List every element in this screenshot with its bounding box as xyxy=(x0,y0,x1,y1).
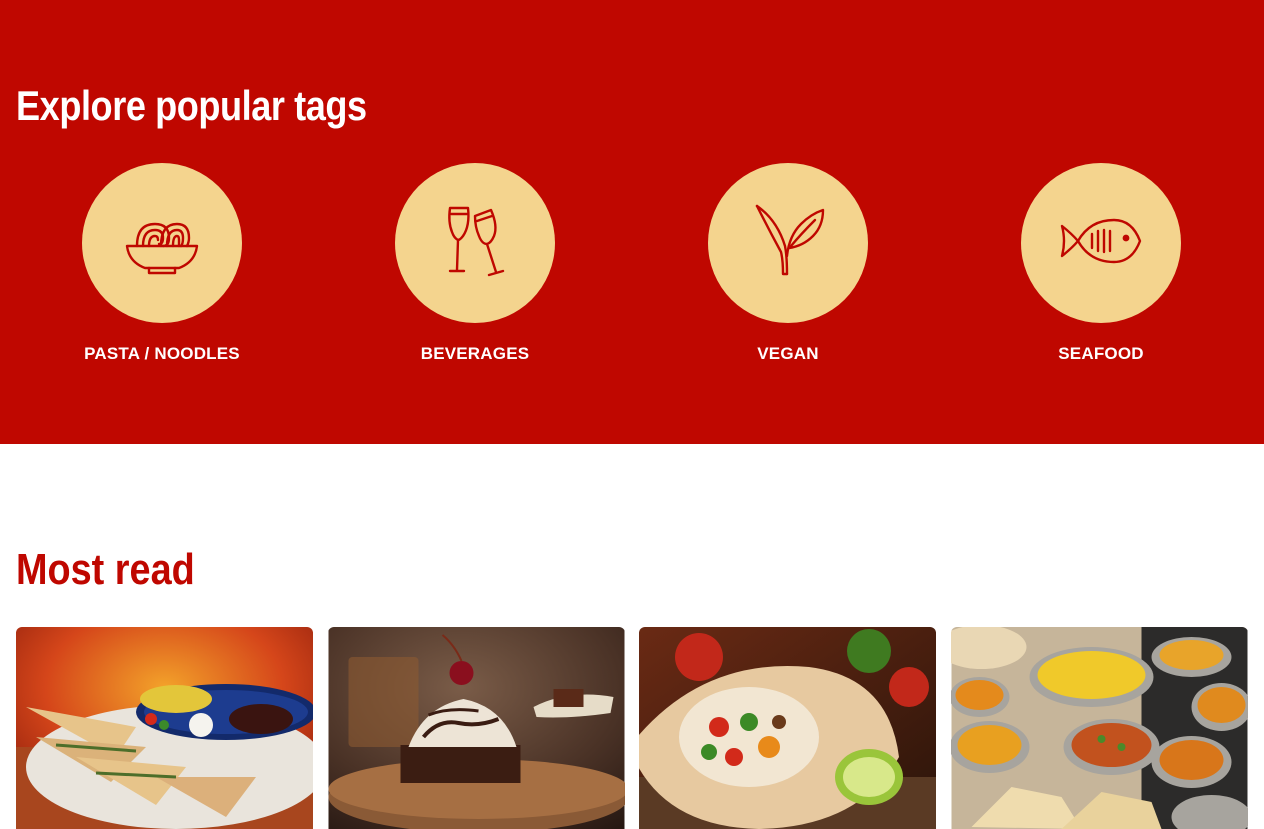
most-read-card-4[interactable] xyxy=(951,627,1248,829)
tag-circle xyxy=(395,163,555,323)
most-read-card-2[interactable] xyxy=(328,627,625,829)
tag-vegan[interactable]: VEGAN xyxy=(673,163,903,364)
brownie-sundae-photo xyxy=(328,627,625,829)
tag-circle xyxy=(1021,163,1181,323)
most-read-heading: Most read xyxy=(16,545,195,594)
fish-icon xyxy=(1056,196,1146,291)
indian-curry-spread-photo xyxy=(951,627,1248,829)
tag-circle xyxy=(82,163,242,323)
tag-circle xyxy=(708,163,868,323)
tag-label: BEVERAGES xyxy=(420,344,530,363)
tag-label: PASTA / NOODLES xyxy=(84,344,240,363)
popular-tags-heading: Explore popular tags xyxy=(16,82,367,129)
noodle-bowl-icon xyxy=(117,196,207,291)
most-read-card-3[interactable] xyxy=(639,627,936,829)
tag-seafood[interactable]: SEAFOOD xyxy=(986,163,1216,364)
most-read-card-1[interactable] xyxy=(16,627,313,829)
popular-tags-section: Explore popular tags PASTA / NOODLES BEV… xyxy=(0,0,1264,444)
burrito-wrap-photo xyxy=(639,627,936,829)
champagne-glasses-icon xyxy=(430,196,520,291)
tag-beverages[interactable]: BEVERAGES xyxy=(360,163,590,364)
sprout-icon xyxy=(743,196,833,291)
quesadilla-plate-photo xyxy=(16,627,313,829)
tag-pasta-noodles[interactable]: PASTA / NOODLES xyxy=(47,163,277,364)
tag-label: VEGAN xyxy=(757,344,819,363)
tag-label: SEAFOOD xyxy=(1058,344,1144,363)
